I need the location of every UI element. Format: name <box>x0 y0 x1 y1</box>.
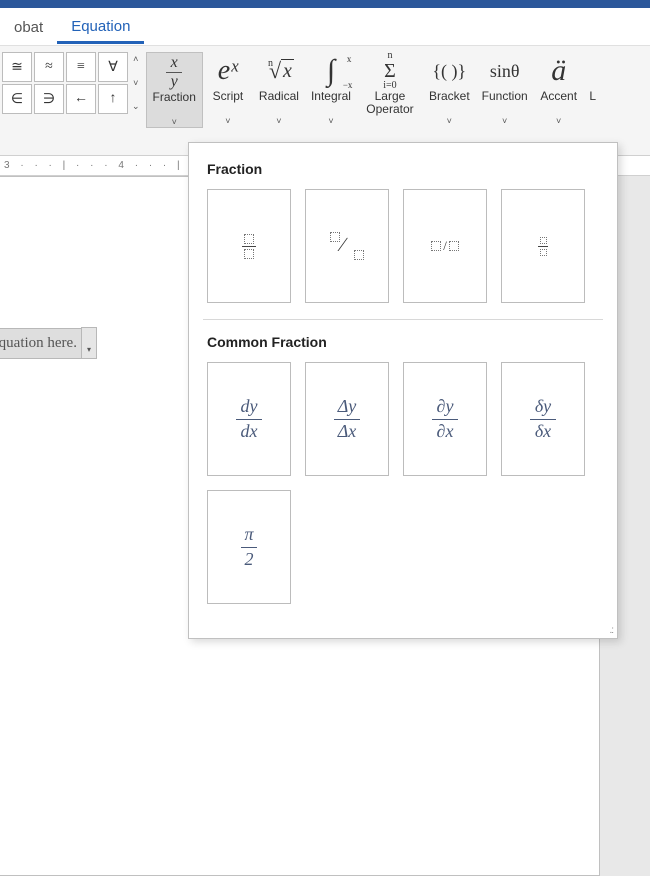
bracket-label: Bracket <box>429 90 470 118</box>
gallery-grid-fraction: ∕ / <box>207 189 599 303</box>
equation-dropdown-button[interactable]: ▾ <box>81 327 97 359</box>
gallery-grid-common: dydx ΔyΔx ∂y∂x δyδx π2 <box>207 362 599 604</box>
symbol-element-of[interactable]: ∈ <box>2 84 32 114</box>
resize-grip-icon[interactable]: .: <box>609 625 613 636</box>
fraction-small[interactable] <box>501 189 585 303</box>
structures-group: xy Fraction ˅ eˣ Script ˅ n √x Radical ˅… <box>142 46 602 155</box>
integral-button[interactable]: ∫ x −x Integral ˅ <box>305 52 357 126</box>
limit-label: L <box>589 90 596 118</box>
symbol-contains[interactable]: ∋ <box>34 84 64 114</box>
radical-button[interactable]: n √x Radical ˅ <box>253 52 305 126</box>
gallery-section-title-fraction: Fraction <box>207 161 599 177</box>
fraction-var-delta-y-x[interactable]: δy δx <box>501 362 585 476</box>
accent-label: Accent <box>540 90 577 118</box>
function-button[interactable]: sinθ Function ˅ <box>476 52 534 126</box>
fraction-button[interactable]: xy Fraction ˅ <box>146 52 203 128</box>
fraction-pi-2[interactable]: π2 <box>207 490 291 604</box>
script-icon: eˣ <box>218 52 238 90</box>
ribbon: ≅ ≈ ≡ ∀ ∈ ∋ ← ↑ ˄ ˅ ⌄ xy Fraction ˅ <box>0 46 650 156</box>
fraction-icon: xy <box>166 53 182 91</box>
radical-label: Radical <box>259 90 299 118</box>
symbol-forall[interactable]: ∀ <box>98 52 128 82</box>
integral-sup: x <box>347 54 352 64</box>
integral-label: Integral <box>311 90 351 118</box>
symbol-grid: ≅ ≈ ≡ ∀ ∈ ∋ ← ↑ <box>2 52 128 114</box>
accent-icon: ä <box>551 52 566 90</box>
tab-acrobat[interactable]: obat <box>0 11 57 42</box>
radical-icon: n √x <box>264 52 294 90</box>
frac-den: δx <box>535 422 551 442</box>
bracket-icon: {( )} <box>432 52 466 90</box>
fraction-stacked[interactable] <box>207 189 291 303</box>
equation-placeholder-text[interactable]: equation here. <box>0 328 81 359</box>
fraction-linear[interactable]: / <box>403 189 487 303</box>
integral-icon: ∫ x −x <box>327 52 335 90</box>
frac-num: δy <box>535 397 551 417</box>
radical-index: n <box>268 58 273 69</box>
fraction-partial-y-partial-x[interactable]: ∂y ∂x <box>403 362 487 476</box>
fraction-delta-y-delta-x[interactable]: Δy Δx <box>305 362 389 476</box>
large-operator-button[interactable]: n Σ i=0 Large Operator <box>357 52 423 118</box>
frac-num: ∂y <box>437 397 454 417</box>
symbol-left-arrow[interactable]: ← <box>66 84 96 114</box>
integral-sub: −x <box>343 80 353 90</box>
gallery-separator <box>203 319 603 320</box>
bracket-button[interactable]: {( )} Bracket ˅ <box>423 52 476 126</box>
frac-den: ∂x <box>437 422 454 442</box>
fraction-skewed[interactable]: ∕ <box>305 189 389 303</box>
chevron-down-icon: ˅ <box>556 116 561 126</box>
frac-num: dy <box>241 397 258 417</box>
symbol-group: ≅ ≈ ≡ ∀ ∈ ∋ ← ↑ ˄ ˅ ⌄ <box>0 46 142 155</box>
gallery-section-title-common: Common Fraction <box>207 334 599 350</box>
title-bar-accent <box>0 0 650 8</box>
sigma-icon: n Σ i=0 <box>383 52 396 90</box>
more-icon[interactable]: ⌄ <box>130 99 142 114</box>
fraction-gallery: Fraction ∕ / Common Fraction dy dx <box>188 142 618 639</box>
chevron-up-icon[interactable]: ˄ <box>131 52 140 66</box>
large-operator-label: Large Operator <box>366 90 413 118</box>
equation-placeholder[interactable]: equation here. ▾ <box>0 327 97 359</box>
chevron-down-icon: ˅ <box>225 116 230 126</box>
script-button[interactable]: eˣ Script ˅ <box>203 52 253 126</box>
fraction-dy-dx[interactable]: dy dx <box>207 362 291 476</box>
frac-num: π <box>244 525 253 545</box>
chevron-down-icon[interactable]: ˅ <box>131 76 140 90</box>
frac-den: dx <box>241 422 258 442</box>
function-icon: sinθ <box>490 52 520 90</box>
fraction-label: Fraction <box>153 91 196 119</box>
symbol-congruent[interactable]: ≅ <box>2 52 32 82</box>
frac-num: Δy <box>338 397 357 417</box>
chevron-down-icon: ˅ <box>447 116 452 126</box>
symbol-equiv[interactable]: ≡ <box>66 52 96 82</box>
tab-equation[interactable]: Equation <box>57 10 144 44</box>
symbol-up-arrow[interactable]: ↑ <box>98 84 128 114</box>
script-label: Script <box>213 90 244 118</box>
function-label: Function <box>482 90 528 118</box>
frac-den: 2 <box>245 550 254 570</box>
frac-den: Δx <box>338 422 357 442</box>
limit-button[interactable]: L <box>584 52 602 118</box>
chevron-down-icon: ˅ <box>328 116 333 126</box>
accent-button[interactable]: ä Accent ˅ <box>534 52 584 126</box>
chevron-down-icon: ˅ <box>502 116 507 126</box>
chevron-down-icon: ˅ <box>172 117 177 127</box>
chevron-down-icon: ˅ <box>276 116 281 126</box>
symbol-approx[interactable]: ≈ <box>34 52 64 82</box>
ribbon-tab-strip: obat Equation <box>0 8 650 46</box>
symbol-scroll[interactable]: ˄ ˅ ⌄ <box>130 52 142 114</box>
